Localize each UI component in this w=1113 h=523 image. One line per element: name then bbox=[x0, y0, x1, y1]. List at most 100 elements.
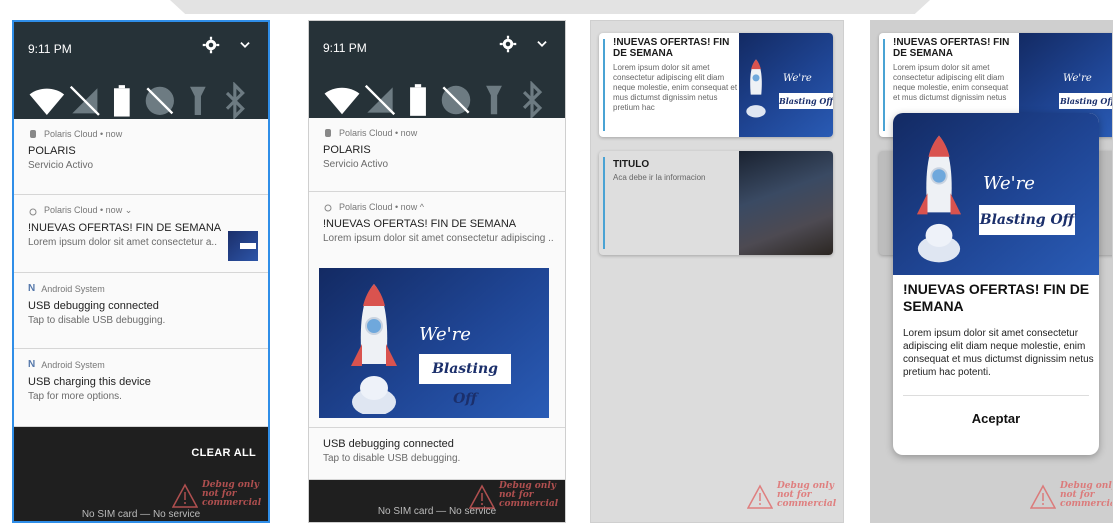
card-accent-bar bbox=[603, 39, 605, 131]
status-time: 9:11 PM bbox=[28, 42, 72, 56]
card-title: !NUEVAS OFERTAS! FIN DE SEMANA bbox=[613, 37, 730, 59]
signal-off-icon[interactable] bbox=[361, 81, 399, 119]
chevron-down-icon[interactable] bbox=[238, 38, 252, 52]
notification-title: POLARIS bbox=[28, 145, 76, 157]
rocket-icon bbox=[746, 59, 766, 118]
offer-card[interactable]: !NUEVAS OFERTAS! FIN DE SEMANA Lorem ips… bbox=[599, 33, 833, 137]
card-body: Lorem ipsum dolor sit amet consectetur a… bbox=[893, 63, 1009, 102]
card-image-line2: Blasting Off bbox=[779, 93, 833, 109]
notification-text: Lorem ipsum dolor sit amet consectetur a… bbox=[323, 233, 554, 244]
cloud-icon bbox=[324, 204, 332, 212]
notification-polaris-status[interactable]: Polaris Cloud • now POLARIS Servicio Act… bbox=[14, 119, 268, 195]
notification-text: Servicio Activo bbox=[28, 160, 94, 171]
android-n-icon: N bbox=[28, 359, 36, 370]
notification-text: Tap to disable USB debugging. bbox=[323, 453, 461, 464]
battery-icon[interactable] bbox=[103, 82, 141, 120]
do-not-disturb-icon[interactable] bbox=[437, 81, 475, 119]
clear-all-button[interactable]: CLEAR ALL bbox=[191, 447, 256, 459]
cloud-icon bbox=[29, 208, 37, 215]
do-not-disturb-icon[interactable] bbox=[141, 82, 179, 120]
card-image: We're Blasting Off bbox=[739, 33, 833, 137]
notification-title: !NUEVAS OFERTAS! FIN DE SEMANA bbox=[28, 222, 222, 234]
warning-icon bbox=[172, 483, 198, 508]
card-title: !NUEVAS OFERTAS! FIN DE SEMANA bbox=[893, 37, 1010, 59]
debug-badge: Debug onlynot forcommercial bbox=[1026, 482, 1112, 518]
rocket-icon bbox=[351, 284, 397, 414]
notification-title: POLARIS bbox=[323, 144, 371, 156]
flashlight-icon[interactable] bbox=[179, 82, 217, 120]
android-n-icon: N bbox=[28, 283, 36, 294]
notification-usb-debugging[interactable]: N Android System USB debugging connected … bbox=[14, 273, 268, 349]
dialog-title: !NUEVAS OFERTAS! FIN DE SEMANA bbox=[903, 281, 1090, 314]
notification-polaris-status[interactable]: Polaris Cloud • now POLARIS Servicio Act… bbox=[309, 118, 565, 192]
debug-badge: Debug onlynot forcommercial bbox=[465, 482, 561, 518]
dialog-body: Lorem ipsum dolor sit amet consectetur a… bbox=[903, 328, 1094, 378]
card-image-line1: We're bbox=[1063, 73, 1092, 84]
info-card[interactable]: TITULO Aca debe ir la informacion bbox=[599, 151, 833, 255]
notification-title: USB charging this device bbox=[28, 376, 151, 388]
status-shade: 9:11 PM bbox=[309, 21, 565, 119]
notification-text: Tap to disable USB debugging. bbox=[28, 315, 166, 326]
notification-shade-collapsed: 9:11 PM Polaris Cloud • now POLARIS Serv… bbox=[12, 20, 270, 523]
quick-settings-row bbox=[28, 82, 254, 120]
offer-banner-image: We're Blasting Off bbox=[319, 268, 549, 418]
signal-off-icon[interactable] bbox=[66, 82, 104, 120]
wifi-icon[interactable] bbox=[28, 82, 66, 120]
milky-way-image bbox=[739, 151, 833, 255]
dialog-image-line2: Blasting Off bbox=[979, 205, 1075, 235]
flashlight-icon[interactable] bbox=[475, 81, 513, 119]
notification-app-name: Polaris Cloud • now bbox=[44, 129, 123, 139]
notification-thumbnail bbox=[228, 231, 258, 261]
notification-text: Tap for more options. bbox=[28, 391, 122, 402]
debug-badge: Debug onlynot forcommercial bbox=[743, 482, 839, 518]
bluetooth-icon[interactable] bbox=[513, 81, 551, 119]
banner-line2: Blasting Off bbox=[419, 354, 511, 407]
warning-icon bbox=[1030, 484, 1056, 509]
notification-text: Lorem ipsum dolor sit amet consectetur a… bbox=[28, 237, 217, 248]
notification-app-name: Polaris Cloud • now bbox=[339, 128, 418, 138]
wifi-icon[interactable] bbox=[323, 81, 361, 119]
card-title: TITULO bbox=[613, 159, 650, 170]
notification-app-name: Android System bbox=[41, 283, 105, 294]
card-image-line2: Blasting Off bbox=[1059, 93, 1112, 109]
notification-app-name: Polaris Cloud • now ⌄ bbox=[44, 205, 133, 215]
warning-icon bbox=[747, 484, 773, 509]
app-dialog-screen: !NUEVAS OFERTAS! FIN DE SEMANA Lorem ips… bbox=[870, 20, 1113, 523]
card-body: Aca debe ir la informacion bbox=[613, 173, 706, 182]
card-accent-bar bbox=[883, 39, 885, 131]
debug-badge: Debug onlynot forcommercial bbox=[168, 481, 264, 517]
dialog-image: We're Blasting Off bbox=[893, 113, 1099, 275]
accept-button[interactable]: Aceptar bbox=[893, 411, 1099, 426]
card-accent-bar bbox=[603, 157, 605, 249]
card-image-line1: We're bbox=[783, 73, 812, 84]
notification-offer[interactable]: Polaris Cloud • now ⌄ !NUEVAS OFERTAS! F… bbox=[14, 195, 268, 273]
app-icon bbox=[30, 130, 36, 138]
bluetooth-icon[interactable] bbox=[216, 82, 254, 120]
notification-offer-expanded[interactable]: Polaris Cloud • now ^ !NUEVAS OFERTAS! F… bbox=[309, 192, 565, 428]
dialog-image-line1: We're bbox=[983, 173, 1035, 194]
top-divider bbox=[170, 0, 930, 14]
notification-text: Servicio Activo bbox=[323, 159, 389, 170]
notification-shade-expanded: 9:11 PM Polaris Cloud • now POLARIS Serv… bbox=[308, 20, 566, 523]
status-shade: 9:11 PM bbox=[14, 22, 268, 120]
gear-icon[interactable] bbox=[202, 36, 220, 54]
notification-title: USB debugging connected bbox=[323, 438, 454, 450]
app-card-list: !NUEVAS OFERTAS! FIN DE SEMANA Lorem ips… bbox=[590, 20, 844, 523]
chevron-down-icon[interactable] bbox=[535, 37, 549, 51]
dialog-divider bbox=[903, 395, 1089, 396]
notification-title: !NUEVAS OFERTAS! FIN DE SEMANA bbox=[323, 218, 517, 230]
quick-settings-row bbox=[323, 81, 551, 119]
warning-icon bbox=[469, 484, 495, 509]
notification-usb-debugging[interactable]: USB debugging connected Tap to disable U… bbox=[309, 428, 565, 480]
offer-dialog: We're Blasting Off !NUEVAS OFERTAS! FIN … bbox=[893, 113, 1099, 455]
notification-title: USB debugging connected bbox=[28, 300, 159, 312]
rocket-icon bbox=[916, 135, 962, 263]
notification-usb-charging[interactable]: N Android System USB charging this device… bbox=[14, 349, 268, 427]
battery-icon[interactable] bbox=[399, 81, 437, 119]
notification-app-name: Polaris Cloud • now ^ bbox=[339, 202, 424, 212]
gear-icon[interactable] bbox=[499, 35, 517, 53]
status-time: 9:11 PM bbox=[323, 41, 367, 55]
card-body: Lorem ipsum dolor sit amet consectetur a… bbox=[613, 63, 738, 112]
notification-app-name: Android System bbox=[41, 359, 105, 370]
banner-line1: We're bbox=[419, 324, 471, 345]
